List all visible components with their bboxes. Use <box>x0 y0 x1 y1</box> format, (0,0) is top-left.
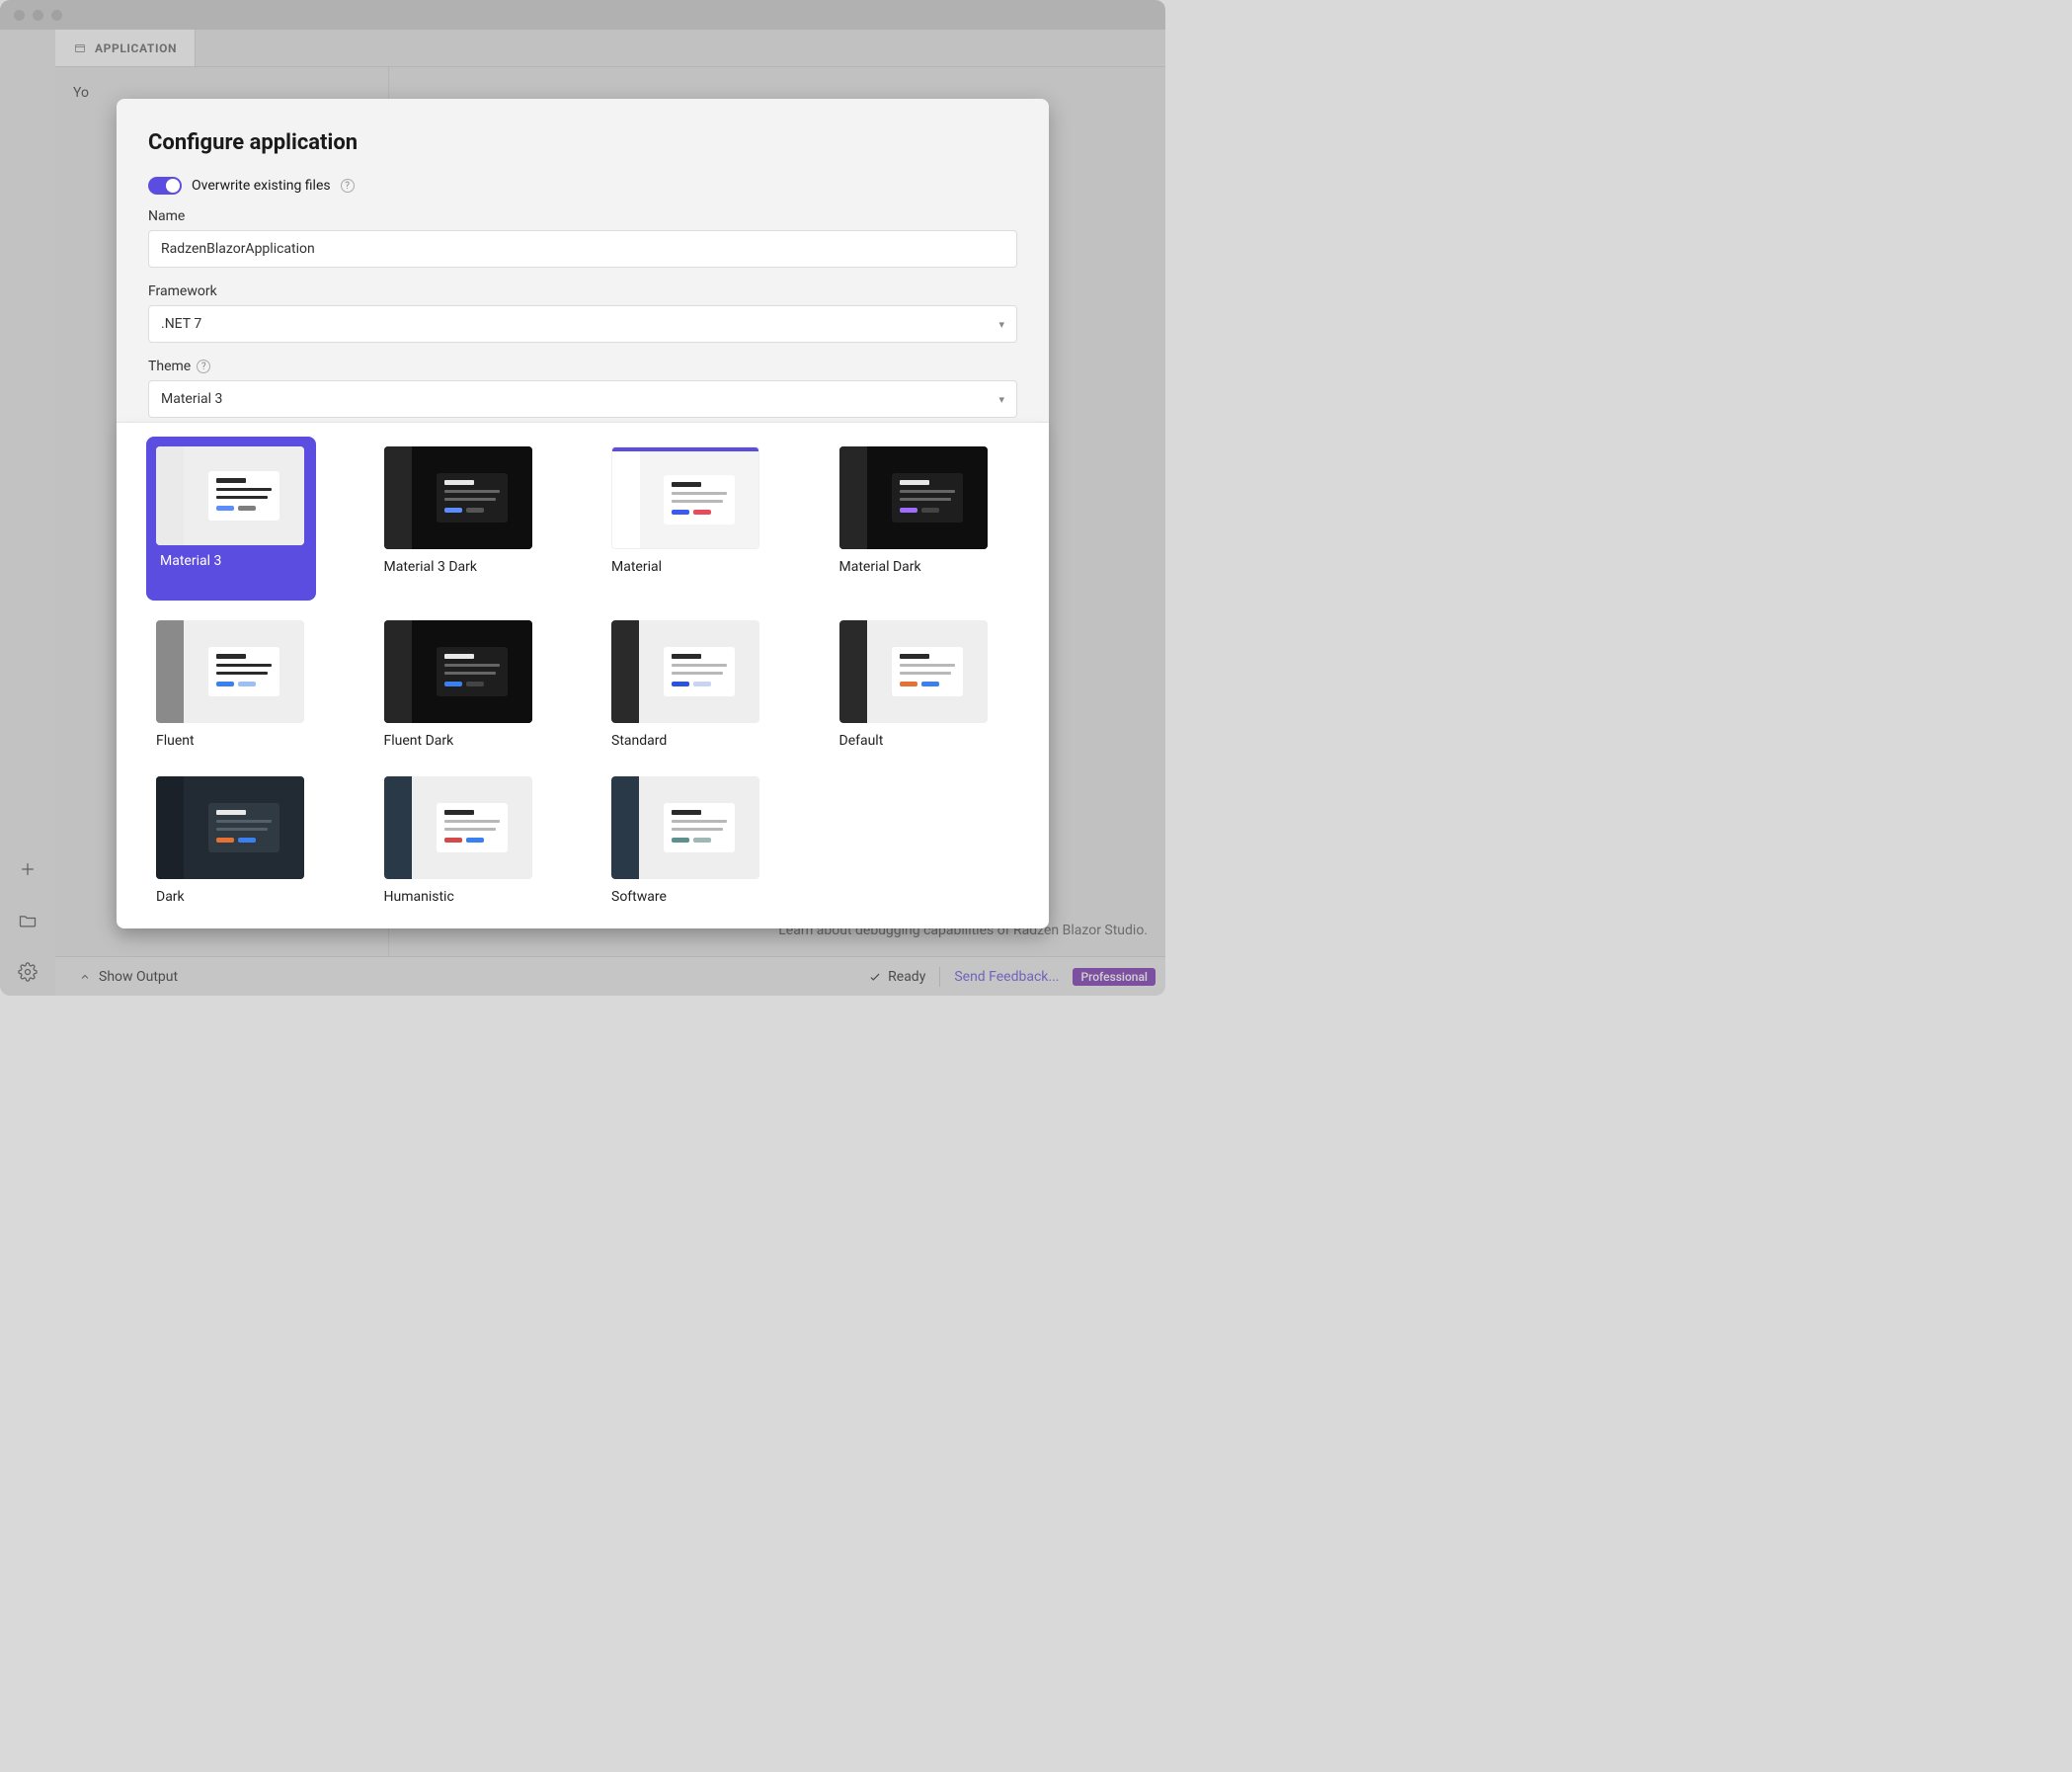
app-window: APPLICATION Yo Learn about debugging cap… <box>0 0 1165 996</box>
theme-option-label: Software <box>611 889 782 905</box>
modal-overlay: Configure application Overwrite existing… <box>0 0 1165 996</box>
theme-grid: Material 3 Material 3 Dark <box>156 446 1009 905</box>
theme-option-label: Material 3 Dark <box>384 559 555 575</box>
framework-value: .NET 7 <box>161 316 201 332</box>
theme-option-label: Material 3 <box>160 553 306 569</box>
theme-option-label: Fluent <box>156 733 327 749</box>
name-input[interactable]: RadzenBlazorApplication <box>148 230 1017 268</box>
theme-value: Material 3 <box>161 391 222 407</box>
theme-option-label: Dark <box>156 889 327 905</box>
theme-option-label: Default <box>839 733 1010 749</box>
name-label: Name <box>148 208 1017 224</box>
theme-option-label: Material <box>611 559 782 575</box>
theme-dropdown-panel: Material 3 Material 3 Dark <box>117 422 1049 928</box>
theme-option-software[interactable]: Software <box>611 776 782 905</box>
theme-option-material-dark[interactable]: Material Dark <box>839 446 1010 593</box>
framework-label: Framework <box>148 283 1017 299</box>
chevron-down-icon: ▾ <box>998 393 1004 406</box>
overwrite-row: Overwrite existing files ? <box>148 177 1017 195</box>
theme-option-label: Fluent Dark <box>384 733 555 749</box>
chevron-down-icon: ▾ <box>998 318 1004 331</box>
theme-option-dark[interactable]: Dark <box>156 776 327 905</box>
help-icon[interactable]: ? <box>341 179 355 193</box>
theme-option-material-3-dark[interactable]: Material 3 Dark <box>384 446 555 593</box>
dialog-title: Configure application <box>148 130 1017 155</box>
theme-option-fluent[interactable]: Fluent <box>156 620 327 749</box>
name-value: RadzenBlazorApplication <box>161 241 315 257</box>
theme-option-label: Material Dark <box>839 559 1010 575</box>
overwrite-toggle[interactable] <box>148 177 182 195</box>
theme-option-material-3[interactable]: Material 3 <box>156 446 327 593</box>
theme-label: Theme ? <box>148 359 1017 374</box>
framework-select[interactable]: .NET 7 ▾ <box>148 305 1017 343</box>
help-icon[interactable]: ? <box>197 360 210 373</box>
overwrite-label: Overwrite existing files <box>192 178 331 194</box>
theme-option-default[interactable]: Default <box>839 620 1010 749</box>
theme-option-label: Standard <box>611 733 782 749</box>
theme-option-standard[interactable]: Standard <box>611 620 782 749</box>
theme-select[interactable]: Material 3 ▾ <box>148 380 1017 418</box>
theme-option-fluent-dark[interactable]: Fluent Dark <box>384 620 555 749</box>
theme-option-label: Humanistic <box>384 889 555 905</box>
theme-option-humanistic[interactable]: Humanistic <box>384 776 555 905</box>
configure-application-dialog: Configure application Overwrite existing… <box>117 99 1049 928</box>
theme-option-material[interactable]: Material <box>611 446 782 593</box>
